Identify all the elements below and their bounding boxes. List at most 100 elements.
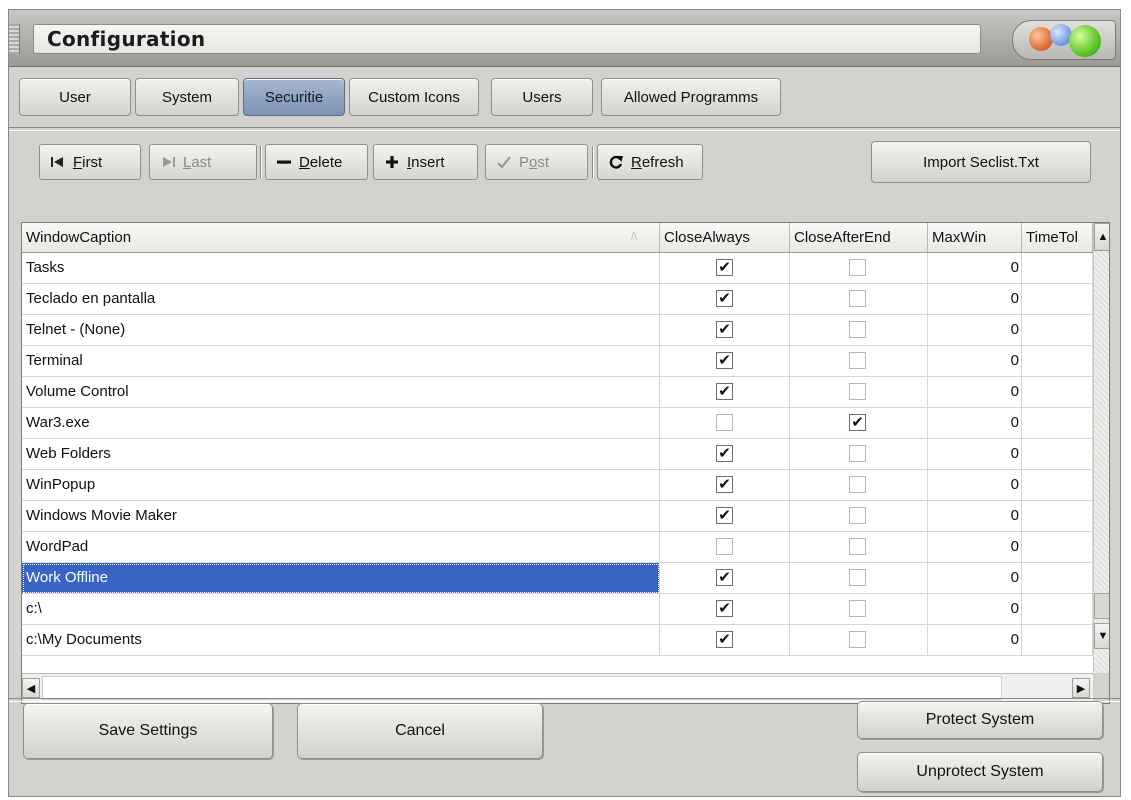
timetol-cell[interactable] bbox=[1022, 439, 1093, 470]
save-settings-button[interactable]: Save Settings bbox=[23, 703, 273, 759]
maxwin-cell[interactable]: 0 bbox=[928, 625, 1022, 656]
window-caption-cell[interactable]: Teclado en pantalla bbox=[22, 284, 660, 315]
vertical-scrollbar[interactable]: ▲ ▼ bbox=[1093, 223, 1109, 673]
table-row[interactable]: Web Folders ✔ 0 bbox=[22, 439, 1093, 470]
window-caption-cell[interactable]: Work Offline bbox=[22, 563, 660, 594]
maxwin-cell[interactable]: 0 bbox=[928, 470, 1022, 501]
table-row[interactable]: Telnet - (None) ✔ 0 bbox=[22, 315, 1093, 346]
tab-system[interactable]: System bbox=[135, 78, 239, 116]
window-caption-cell[interactable]: c:\My Documents bbox=[22, 625, 660, 656]
table-row[interactable]: Work Offline ✔ 0 bbox=[22, 563, 1093, 594]
timetol-cell[interactable] bbox=[1022, 253, 1093, 284]
close-always-cell[interactable]: ✔ bbox=[660, 563, 790, 594]
close-always-checkbox[interactable]: ✔ bbox=[716, 631, 733, 648]
column-header-closeafterend[interactable]: CloseAfterEnd bbox=[790, 223, 928, 252]
table-row[interactable]: Tasks ✔ 0 bbox=[22, 253, 1093, 284]
table-row[interactable]: c:\My Documents ✔ 0 bbox=[22, 625, 1093, 656]
close-after-end-cell[interactable] bbox=[790, 346, 928, 377]
minimize-orb-icon[interactable] bbox=[1029, 27, 1053, 51]
close-always-cell[interactable]: ✔ bbox=[660, 594, 790, 625]
column-header-closealways[interactable]: CloseAlways bbox=[660, 223, 790, 252]
close-always-cell[interactable]: ✔ bbox=[660, 470, 790, 501]
table-row[interactable]: Volume Control ✔ 0 bbox=[22, 377, 1093, 408]
close-after-end-cell[interactable] bbox=[790, 470, 928, 501]
tab-custom-icons[interactable]: Custom Icons bbox=[349, 78, 479, 116]
maxwin-cell[interactable]: 0 bbox=[928, 284, 1022, 315]
close-after-end-cell[interactable] bbox=[790, 625, 928, 656]
close-after-end-checkbox[interactable] bbox=[849, 259, 866, 276]
window-caption-cell[interactable]: c:\ bbox=[22, 594, 660, 625]
close-always-cell[interactable]: ✔ bbox=[660, 253, 790, 284]
table-row[interactable]: WinPopup ✔ 0 bbox=[22, 470, 1093, 501]
timetol-cell[interactable] bbox=[1022, 408, 1093, 439]
close-always-cell[interactable]: ✔ bbox=[660, 315, 790, 346]
table-row[interactable]: Terminal ✔ 0 bbox=[22, 346, 1093, 377]
drag-grip[interactable] bbox=[9, 24, 20, 54]
scroll-up-icon[interactable]: ▲ bbox=[1094, 223, 1109, 251]
close-after-end-checkbox[interactable] bbox=[849, 321, 866, 338]
close-always-checkbox[interactable] bbox=[716, 538, 733, 555]
timetol-cell[interactable] bbox=[1022, 501, 1093, 532]
close-orb-icon[interactable] bbox=[1069, 25, 1101, 57]
close-after-end-cell[interactable]: ✔ bbox=[790, 408, 928, 439]
close-always-cell[interactable] bbox=[660, 532, 790, 563]
column-header-windowcaption[interactable]: WindowCaption /\ bbox=[22, 223, 660, 252]
close-after-end-cell[interactable] bbox=[790, 439, 928, 470]
table-row[interactable]: War3.exe ✔ 0 bbox=[22, 408, 1093, 439]
table-row[interactable]: WordPad 0 bbox=[22, 532, 1093, 563]
close-after-end-checkbox[interactable] bbox=[849, 538, 866, 555]
timetol-cell[interactable] bbox=[1022, 594, 1093, 625]
maxwin-cell[interactable]: 0 bbox=[928, 563, 1022, 594]
scroll-left-icon[interactable]: ◀ bbox=[22, 678, 40, 698]
post-button[interactable]: Post bbox=[485, 144, 588, 180]
horizontal-scroll-thumb[interactable] bbox=[42, 676, 1002, 700]
close-after-end-cell[interactable] bbox=[790, 563, 928, 594]
close-after-end-cell[interactable] bbox=[790, 501, 928, 532]
timetol-cell[interactable] bbox=[1022, 284, 1093, 315]
maxwin-cell[interactable]: 0 bbox=[928, 346, 1022, 377]
close-after-end-checkbox[interactable] bbox=[849, 352, 866, 369]
close-always-checkbox[interactable] bbox=[716, 414, 733, 431]
window-caption-cell[interactable]: WordPad bbox=[22, 532, 660, 563]
close-after-end-cell[interactable] bbox=[790, 253, 928, 284]
window-caption-cell[interactable]: WinPopup bbox=[22, 470, 660, 501]
insert-button[interactable]: Insert bbox=[373, 144, 478, 180]
close-after-end-checkbox[interactable] bbox=[849, 445, 866, 462]
window-caption-cell[interactable]: War3.exe bbox=[22, 408, 660, 439]
column-header-maxwin[interactable]: MaxWin bbox=[928, 223, 1022, 252]
window-controls[interactable] bbox=[1012, 20, 1116, 60]
tab-user[interactable]: User bbox=[19, 78, 131, 116]
close-always-checkbox[interactable]: ✔ bbox=[716, 259, 733, 276]
window-caption-cell[interactable]: Tasks bbox=[22, 253, 660, 284]
close-after-end-checkbox[interactable] bbox=[849, 290, 866, 307]
close-always-cell[interactable]: ✔ bbox=[660, 625, 790, 656]
tab-users[interactable]: Users bbox=[491, 78, 593, 116]
close-after-end-cell[interactable] bbox=[790, 377, 928, 408]
maxwin-cell[interactable]: 0 bbox=[928, 532, 1022, 563]
protect-system-button[interactable]: Protect System bbox=[857, 701, 1103, 739]
table-row[interactable]: Windows Movie Maker ✔ 0 bbox=[22, 501, 1093, 532]
delete-button[interactable]: Delete bbox=[265, 144, 368, 180]
close-always-checkbox[interactable]: ✔ bbox=[716, 445, 733, 462]
column-header-timetol[interactable]: TimeTol bbox=[1022, 223, 1093, 252]
maxwin-cell[interactable]: 0 bbox=[928, 439, 1022, 470]
close-always-cell[interactable]: ✔ bbox=[660, 346, 790, 377]
close-after-end-checkbox[interactable] bbox=[849, 476, 866, 493]
timetol-cell[interactable] bbox=[1022, 315, 1093, 346]
unprotect-system-button[interactable]: Unprotect System bbox=[857, 752, 1103, 792]
timetol-cell[interactable] bbox=[1022, 346, 1093, 377]
close-after-end-cell[interactable] bbox=[790, 284, 928, 315]
import-seclist-button[interactable]: Import Seclist.Txt bbox=[871, 141, 1091, 183]
maxwin-cell[interactable]: 0 bbox=[928, 253, 1022, 284]
close-always-cell[interactable]: ✔ bbox=[660, 501, 790, 532]
close-always-checkbox[interactable]: ✔ bbox=[716, 290, 733, 307]
first-button[interactable]: First bbox=[39, 144, 141, 180]
tab-securitie[interactable]: Securitie bbox=[243, 78, 345, 116]
close-after-end-cell[interactable] bbox=[790, 532, 928, 563]
maxwin-cell[interactable]: 0 bbox=[928, 315, 1022, 346]
close-always-cell[interactable]: ✔ bbox=[660, 439, 790, 470]
close-after-end-cell[interactable] bbox=[790, 315, 928, 346]
close-always-cell[interactable] bbox=[660, 408, 790, 439]
close-after-end-checkbox[interactable] bbox=[849, 631, 866, 648]
table-row[interactable]: c:\ ✔ 0 bbox=[22, 594, 1093, 625]
